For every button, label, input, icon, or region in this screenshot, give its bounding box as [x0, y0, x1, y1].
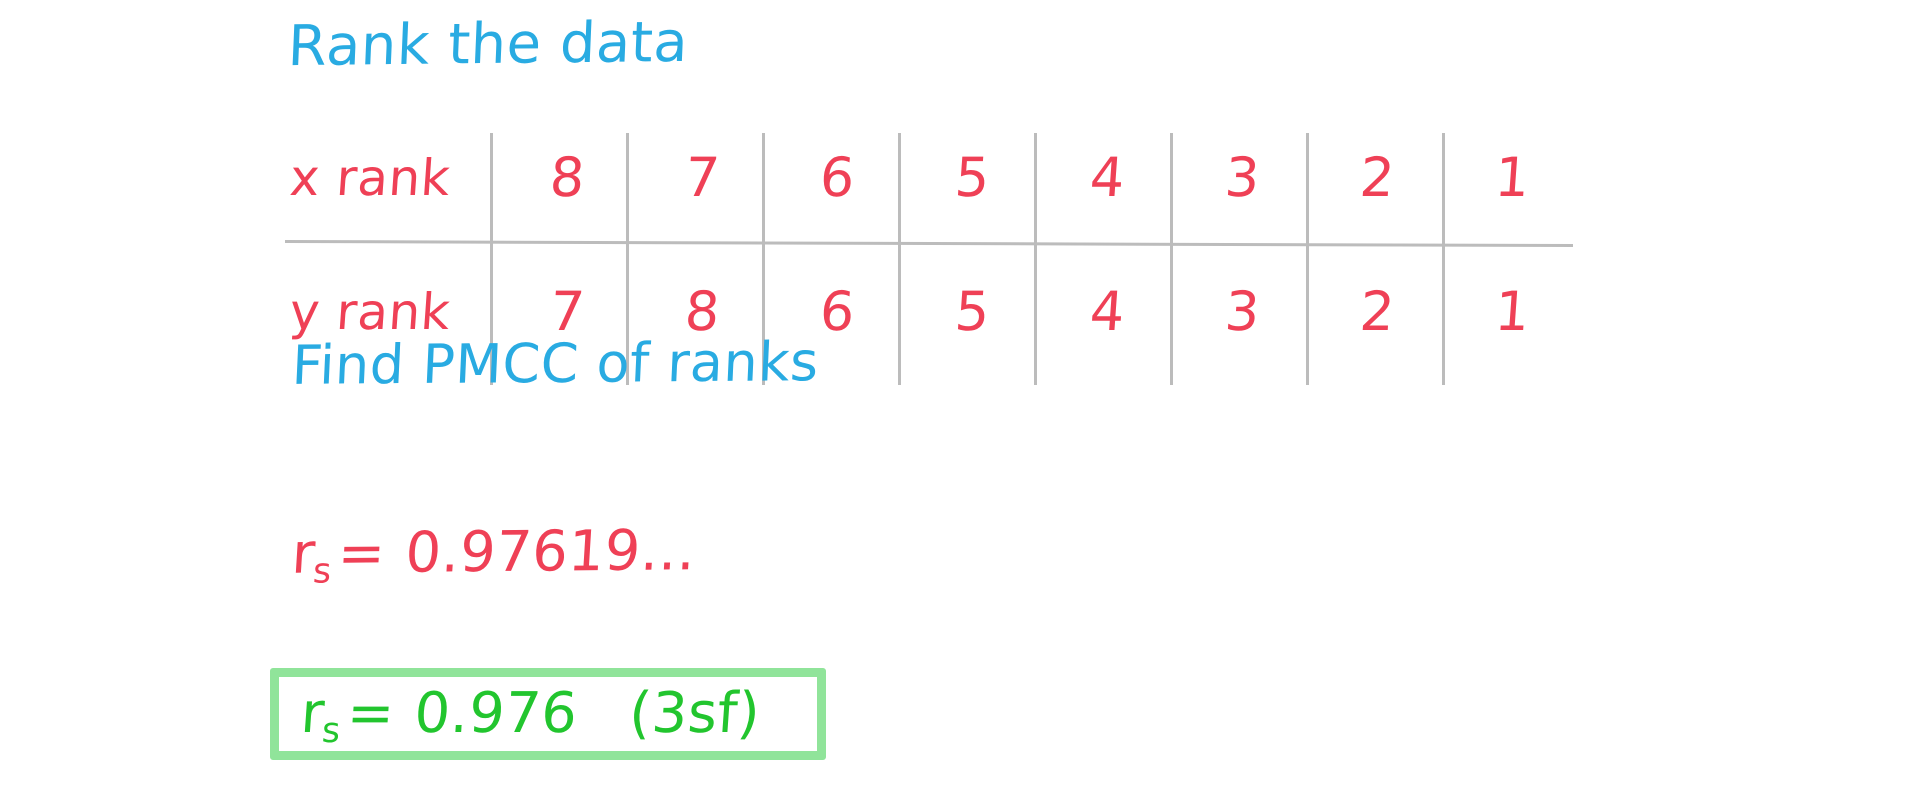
- answer-text: r s = 0.976 (3sf): [277, 681, 763, 751]
- rs-equals: =: [336, 520, 388, 587]
- cell-y-rank-8: 1: [1492, 280, 1533, 343]
- row-label-x-rank: x rank: [287, 148, 453, 207]
- answer-precision-note: (3sf): [627, 681, 763, 746]
- cell-y-rank-4: 5: [952, 280, 993, 343]
- cell-y-rank-6: 3: [1222, 280, 1263, 343]
- cell-x-rank-2: 7: [682, 146, 723, 209]
- cell-y-rank-7: 2: [1357, 280, 1398, 343]
- cell-y-rank-5: 4: [1087, 280, 1128, 343]
- cell-x-rank-8: 1: [1492, 146, 1533, 209]
- answer-value: 0.976: [412, 681, 580, 746]
- cell-x-rank-4: 5: [952, 146, 993, 209]
- cell-x-rank-7: 2: [1357, 146, 1398, 209]
- rs-value: 0.97619...: [403, 518, 698, 586]
- working-rs-value: r s = 0.97619...: [290, 518, 698, 591]
- cell-x-rank-6: 3: [1222, 146, 1263, 209]
- cell-x-rank-5: 4: [1087, 146, 1128, 209]
- answer-equals: =: [344, 681, 397, 746]
- instruction-find-pmcc: Find PMCC of ranks: [290, 330, 821, 397]
- answer-rs-subscript: s: [320, 710, 342, 751]
- cell-x-rank-1: 8: [547, 146, 588, 209]
- cell-x-rank-3: 6: [817, 146, 858, 209]
- rs-subscript: s: [311, 551, 333, 592]
- page-title: Rank the data: [286, 9, 690, 80]
- table-row: x rank 8 7 6 5 4 3 2 1: [282, 115, 1572, 240]
- rank-table: x rank 8 7 6 5 4 3 2 1 y rank 7 8 6 5 4 …: [282, 110, 1573, 385]
- answer-box: r s = 0.976 (3sf): [270, 668, 826, 760]
